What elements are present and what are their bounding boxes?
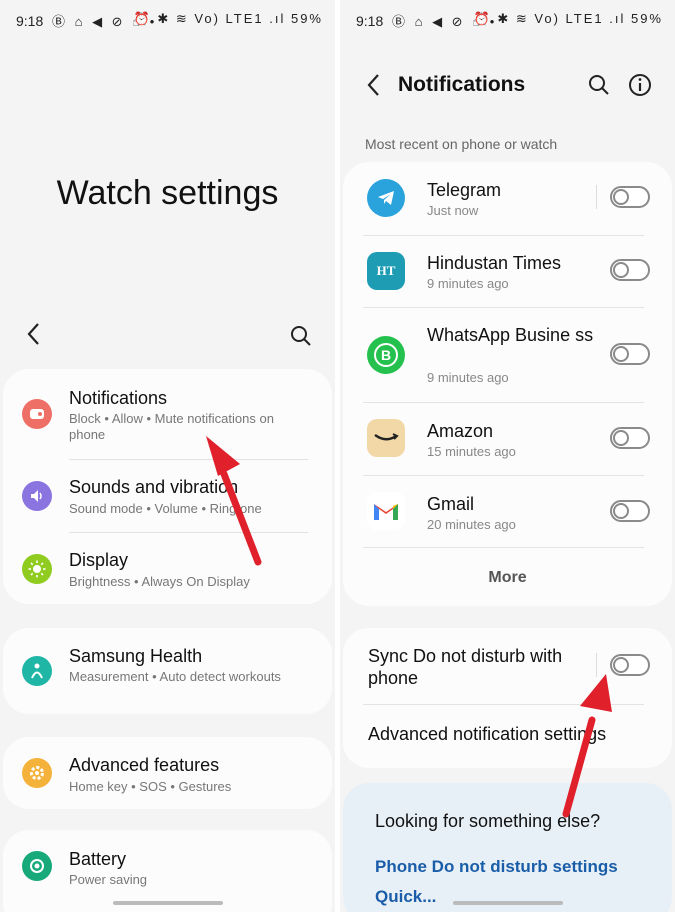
- sync-dnd-row[interactable]: Sync Do not disturb with phone: [343, 628, 672, 704]
- battery-level: 59%: [630, 11, 663, 26]
- hindustan-times-icon: HT: [367, 252, 405, 290]
- settings-item-title: Advanced features: [69, 755, 220, 775]
- settings-item-title: Battery: [69, 849, 127, 869]
- app-row-whatsapp-business[interactable]: B WhatsApp Busine ss 9 minutes ago: [343, 308, 672, 402]
- app-name: Gmail: [427, 494, 475, 514]
- back-button[interactable]: [26, 322, 40, 353]
- settings-group-advanced: Advanced features Home key • SOS • Gestu…: [3, 737, 332, 809]
- speaker-icon: [22, 481, 52, 511]
- secondary-link[interactable]: Quick...: [375, 887, 436, 907]
- search-icon: [589, 75, 609, 95]
- settings-item-title: Sounds and vibration: [69, 477, 239, 497]
- settings-item-subtitle: Block • Allow • Mute notifications on ph…: [69, 411, 274, 442]
- settings-item-battery[interactable]: Battery Power saving: [3, 830, 332, 902]
- app-row-telegram[interactable]: Telegram Just now: [343, 162, 672, 234]
- app-time: 9 minutes ago: [427, 276, 509, 291]
- more-button[interactable]: More: [343, 569, 672, 587]
- status-time: 9:18: [16, 13, 44, 29]
- telegram-icon: [367, 179, 405, 217]
- settings-item-subtitle: Brightness • Always On Display: [69, 574, 250, 589]
- app-time: 20 minutes ago: [427, 517, 516, 532]
- settings-item-sounds[interactable]: Sounds and vibration Sound mode • Volume…: [3, 461, 332, 533]
- info-icon: [629, 74, 651, 96]
- phone-dnd-settings-link[interactable]: Phone Do not disturb settings: [375, 857, 618, 877]
- watch-settings-screen: 9:18 Ⓑ ⌂ ◀ ⊘ ☝ • ⏰ ✱ ≋ Vo) LTE1 .ıl 59% …: [0, 0, 335, 912]
- amazon-toggle[interactable]: [610, 427, 650, 449]
- telegram-toggle[interactable]: [610, 186, 650, 208]
- hindustan-times-toggle[interactable]: [610, 259, 650, 281]
- battery-level: 59%: [290, 11, 323, 26]
- app-row-gmail[interactable]: Gmail 20 minutes ago: [343, 476, 672, 548]
- back-button[interactable]: [366, 73, 380, 104]
- health-icon: [22, 656, 52, 686]
- sun-icon: [22, 554, 52, 584]
- status-bar: 9:18 Ⓑ ⌂ ◀ ⊘ ☝ • ⏰ ✱ ≋ Vo) LTE1 .ıl 59%: [0, 0, 335, 44]
- app-time: 15 minutes ago: [427, 444, 516, 459]
- settings-item-subtitle: Power saving: [69, 872, 148, 887]
- status-system-icons: ⏰ ✱ ≋ Vo) LTE1 .ıl 59%: [133, 11, 323, 26]
- app-name: WhatsApp Busine ss: [427, 325, 594, 345]
- settings-item-advanced-features[interactable]: Advanced features Home key • SOS • Gestu…: [3, 737, 332, 809]
- app-row-hindustan-times[interactable]: HT Hindustan Times 9 minutes ago: [343, 236, 672, 306]
- divider: [363, 547, 644, 548]
- battery-icon: [22, 851, 52, 881]
- settings-item-subtitle: Measurement • Auto detect workouts: [69, 669, 281, 684]
- settings-item-notifications[interactable]: Notifications Block • Allow • Mute notif…: [3, 369, 332, 461]
- search-button[interactable]: [588, 74, 610, 101]
- gmail-toggle[interactable]: [610, 500, 650, 522]
- gesture-bar: [452, 901, 563, 905]
- gear-icon: [22, 758, 52, 788]
- sync-card: Sync Do not disturb with phone Advanced …: [343, 628, 672, 768]
- divider: [596, 185, 597, 209]
- status-time: 9:18: [356, 13, 384, 29]
- whatsapp-business-toggle[interactable]: [610, 343, 650, 365]
- settings-item-title: Samsung Health: [69, 646, 203, 666]
- gesture-bar: [112, 901, 223, 905]
- advanced-notification-settings-label: Advanced notification settings: [368, 724, 607, 744]
- notifications-screen: 9:18 Ⓑ ⌂ ◀ ⊘ ☝ • ⏰ ✱ ≋ Vo) LTE1 .ıl 59% …: [340, 0, 675, 912]
- section-label: Most recent on phone or watch: [365, 136, 558, 152]
- page-title: Notifications: [398, 73, 526, 96]
- sync-dnd-label: Sync Do not disturb with phone: [368, 646, 563, 688]
- settings-group-battery: Battery Power saving: [3, 830, 332, 912]
- app-name: Amazon: [427, 421, 494, 441]
- looking-title: Looking for something else?: [375, 811, 601, 831]
- recent-apps-card: Telegram Just now HT Hindustan Times 9 m…: [343, 162, 672, 606]
- advanced-notification-settings-row[interactable]: Advanced notification settings: [343, 705, 672, 765]
- status-bar: 9:18 Ⓑ ⌂ ◀ ⊘ ☝ • ⏰ ✱ ≋ Vo) LTE1 .ıl 59%: [340, 0, 675, 44]
- settings-group-primary: Notifications Block • Allow • Mute notif…: [3, 369, 332, 604]
- settings-item-subtitle: Sound mode • Volume • Ringtone: [69, 501, 262, 516]
- chevron-left-icon: [367, 74, 379, 96]
- status-system-icons: ⏰ ✱ ≋ Vo) LTE1 .ıl 59%: [473, 11, 663, 26]
- settings-item-title: Display: [69, 550, 129, 570]
- settings-item-title: Notifications: [69, 388, 168, 408]
- whatsapp-business-icon: B: [367, 336, 405, 374]
- search-button[interactable]: [290, 325, 312, 352]
- app-time: 9 minutes ago: [427, 370, 509, 385]
- gmail-icon: [367, 492, 405, 530]
- app-name: Hindustan Times: [427, 253, 562, 273]
- app-row-amazon[interactable]: Amazon 15 minutes ago: [343, 403, 672, 475]
- page-title: Watch settings: [56, 174, 279, 212]
- app-name: Telegram: [427, 180, 502, 200]
- amazon-icon: [367, 419, 405, 457]
- bell-icon: [22, 399, 52, 429]
- settings-item-display[interactable]: Display Brightness • Always On Display: [3, 533, 332, 603]
- settings-group-health: Samsung Health Measurement • Auto detect…: [3, 628, 332, 714]
- chevron-left-icon: [27, 323, 39, 345]
- settings-item-subtitle: Home key • SOS • Gestures: [69, 779, 232, 794]
- app-time: Just now: [427, 203, 479, 218]
- looking-for-something-else-card: Looking for something else? Phone Do not…: [343, 783, 672, 912]
- divider: [596, 653, 597, 677]
- sync-dnd-toggle[interactable]: [610, 654, 650, 676]
- divider: [69, 459, 308, 460]
- settings-item-samsung-health[interactable]: Samsung Health Measurement • Auto detect…: [3, 628, 332, 714]
- info-button[interactable]: [628, 73, 652, 102]
- search-icon: [291, 326, 311, 346]
